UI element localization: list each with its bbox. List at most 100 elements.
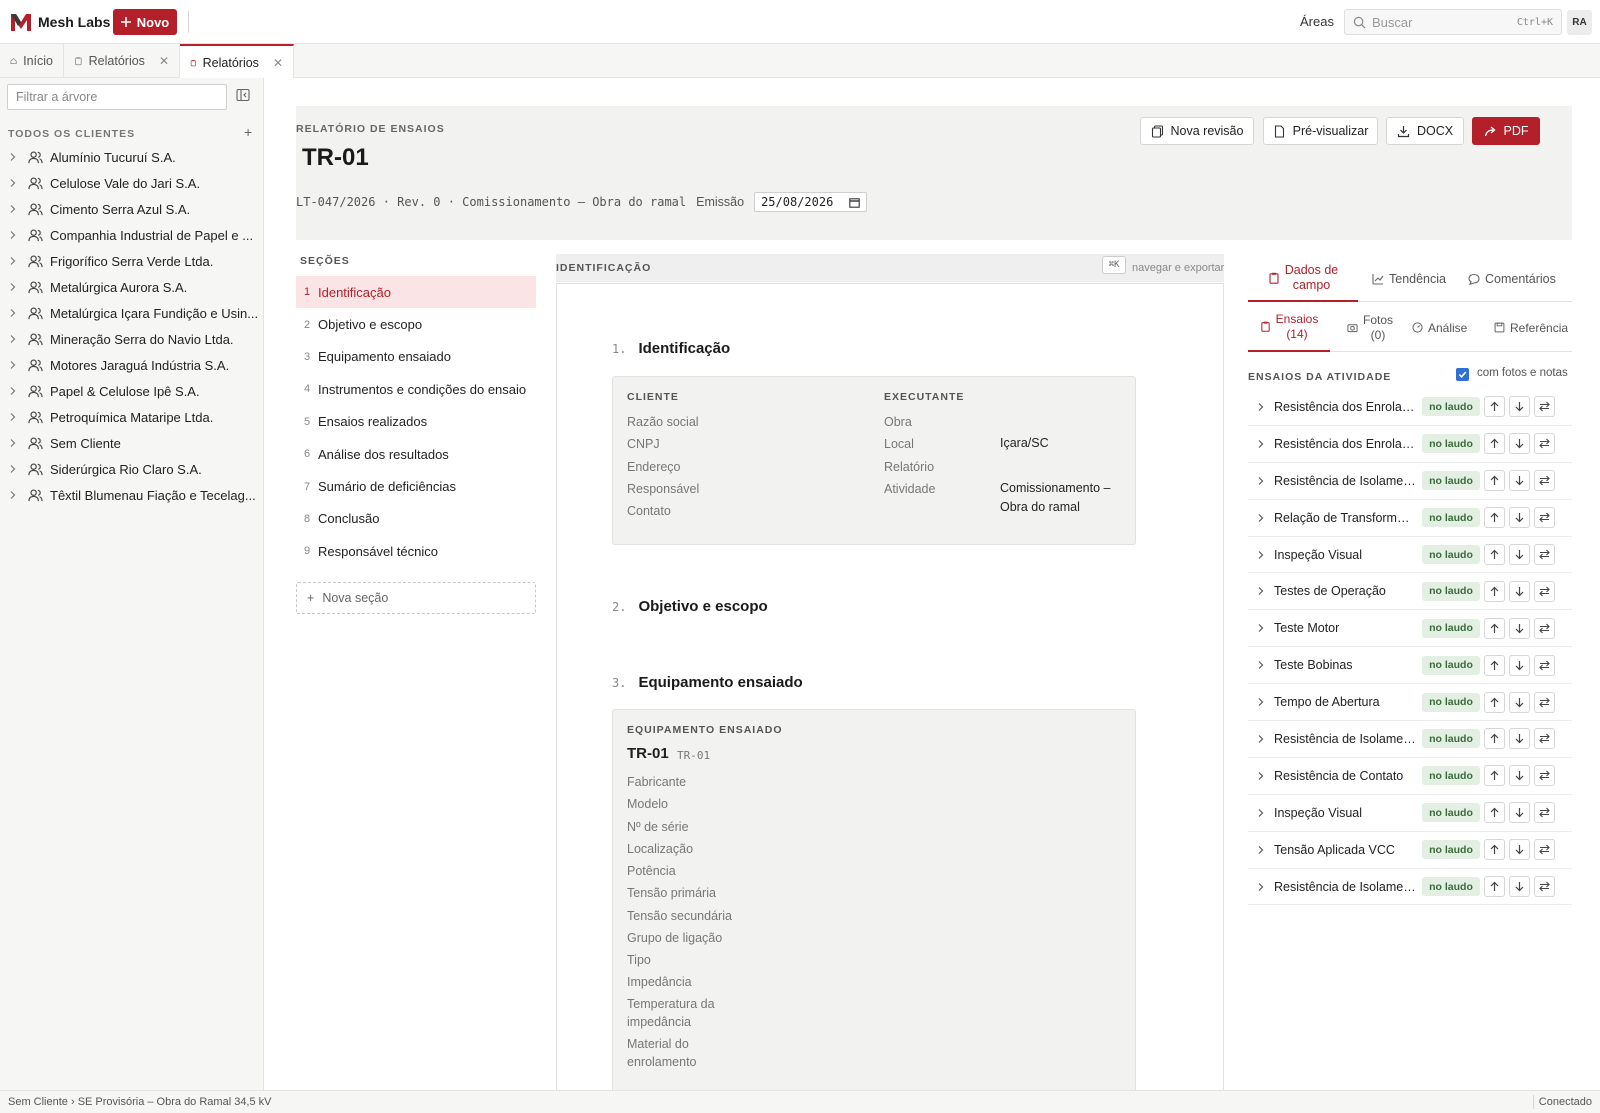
user-avatar[interactable]: RA bbox=[1567, 10, 1592, 35]
test-row[interactable]: Teste Motor no laudo bbox=[1248, 610, 1572, 648]
with-photos-checkbox[interactable] bbox=[1456, 368, 1469, 381]
collapse-sidebar-icon[interactable] bbox=[236, 88, 250, 102]
areas-link[interactable]: Áreas bbox=[1300, 14, 1334, 29]
section-nav-item[interactable]: 4 Instrumentos e condições do ensaio bbox=[296, 373, 536, 405]
docx-export-button[interactable]: DOCX bbox=[1386, 117, 1464, 145]
subtab-ensaios[interactable]: Ensaios (14) bbox=[1248, 303, 1330, 352]
subtab-analise[interactable]: Análise bbox=[1412, 303, 1482, 352]
breadcrumb[interactable]: Sem Cliente › SE Provisória – Obra do Ra… bbox=[8, 1096, 272, 1108]
client-tree-item[interactable]: Cimento Serra Azul S.A. bbox=[0, 196, 264, 222]
client-tree-item[interactable]: Siderúrgica Rio Claro S.A. bbox=[0, 456, 264, 482]
client-tree-item[interactable]: Mineração Serra do Navio Ltda. bbox=[0, 326, 264, 352]
pdf-export-button[interactable]: PDF bbox=[1472, 117, 1540, 145]
move-down-button[interactable] bbox=[1509, 876, 1530, 898]
test-row[interactable]: Tensão Aplicada VCC no laudo bbox=[1248, 832, 1572, 869]
tab-relatorios-active[interactable]: Relatórios ✕ bbox=[180, 44, 294, 79]
subtab-referencia[interactable]: Referência bbox=[1494, 303, 1572, 352]
swap-button[interactable] bbox=[1534, 617, 1555, 639]
move-up-button[interactable] bbox=[1484, 765, 1505, 787]
move-up-button[interactable] bbox=[1484, 396, 1505, 418]
swap-button[interactable] bbox=[1534, 544, 1555, 565]
move-up-button[interactable] bbox=[1484, 544, 1505, 565]
tree-filter-input[interactable]: Filtrar a árvore bbox=[7, 84, 227, 110]
subtab-fotos[interactable]: Fotos (0) bbox=[1340, 303, 1400, 352]
client-tree-item[interactable]: Metalúrgica Aurora S.A. bbox=[0, 274, 264, 300]
move-down-button[interactable] bbox=[1509, 470, 1530, 492]
move-up-button[interactable] bbox=[1484, 876, 1505, 898]
move-down-button[interactable] bbox=[1509, 580, 1530, 602]
swap-button[interactable] bbox=[1534, 507, 1555, 529]
move-down-button[interactable] bbox=[1509, 654, 1530, 676]
test-row[interactable]: Resistência de Contato no laudo bbox=[1248, 758, 1572, 795]
swap-button[interactable] bbox=[1534, 839, 1555, 861]
client-tree-item[interactable]: Papel & Celulose Ipê S.A. bbox=[0, 378, 264, 404]
move-up-button[interactable] bbox=[1484, 470, 1505, 492]
tab-comentarios[interactable]: Comentários bbox=[1468, 256, 1568, 302]
test-row[interactable]: Relação de Transformaç... no laudo bbox=[1248, 500, 1572, 537]
tab-dados-de-campo[interactable]: Dados de campo bbox=[1248, 256, 1358, 302]
move-down-button[interactable] bbox=[1509, 617, 1530, 639]
swap-button[interactable] bbox=[1534, 876, 1555, 898]
tab-tendencia[interactable]: Tendência bbox=[1372, 256, 1452, 302]
close-tab-icon[interactable]: ✕ bbox=[159, 54, 169, 68]
move-down-button[interactable] bbox=[1509, 765, 1530, 787]
add-client-button[interactable]: + bbox=[244, 124, 252, 140]
section-nav-item[interactable]: 2 Objetivo e escopo bbox=[296, 308, 536, 340]
swap-button[interactable] bbox=[1534, 728, 1555, 750]
move-up-button[interactable] bbox=[1484, 691, 1505, 713]
swap-button[interactable] bbox=[1534, 802, 1555, 824]
move-up-button[interactable] bbox=[1484, 839, 1505, 861]
swap-button[interactable] bbox=[1534, 396, 1555, 418]
move-down-button[interactable] bbox=[1509, 396, 1530, 418]
swap-button[interactable] bbox=[1534, 765, 1555, 787]
swap-button[interactable] bbox=[1534, 654, 1555, 676]
move-down-button[interactable] bbox=[1509, 507, 1530, 529]
move-down-button[interactable] bbox=[1509, 728, 1530, 750]
test-row[interactable]: Resistência dos Enrolam... no laudo bbox=[1248, 389, 1572, 426]
move-down-button[interactable] bbox=[1509, 839, 1530, 861]
move-up-button[interactable] bbox=[1484, 580, 1505, 602]
close-tab-icon[interactable]: ✕ bbox=[273, 56, 283, 70]
move-down-button[interactable] bbox=[1509, 433, 1530, 455]
client-tree-item[interactable]: Têxtil Blumenau Fiação e Tecelag... bbox=[0, 482, 264, 508]
section-nav-item[interactable]: 1 Identificação bbox=[296, 276, 536, 309]
new-section-button[interactable]: + Nova seção bbox=[296, 582, 536, 614]
section-nav-item[interactable]: 9 Responsável técnico bbox=[296, 535, 536, 567]
test-row[interactable]: Resistência dos Enrolam... no laudo bbox=[1248, 426, 1572, 463]
test-row[interactable]: Tempo de Abertura no laudo bbox=[1248, 684, 1572, 722]
new-button[interactable]: Novo bbox=[113, 9, 177, 35]
test-row[interactable]: Teste Bobinas no laudo bbox=[1248, 647, 1572, 685]
preview-button[interactable]: Pré-visualizar bbox=[1263, 117, 1378, 145]
app-logo[interactable]: Mesh Labs bbox=[10, 11, 110, 33]
move-up-button[interactable] bbox=[1484, 433, 1505, 455]
swap-button[interactable] bbox=[1534, 433, 1555, 455]
section-nav-item[interactable]: 8 Conclusão bbox=[296, 503, 536, 535]
section-nav-item[interactable]: 5 Ensaios realizados bbox=[296, 406, 536, 438]
client-tree-item[interactable]: Frigorífico Serra Verde Ltda. bbox=[0, 248, 264, 274]
client-tree-item[interactable]: Celulose Vale do Jari S.A. bbox=[0, 170, 264, 196]
move-up-button[interactable] bbox=[1484, 617, 1505, 639]
client-tree-item[interactable]: Motores Jaraguá Indústria S.A. bbox=[0, 352, 264, 378]
move-up-button[interactable] bbox=[1484, 654, 1505, 676]
section-nav-item[interactable]: 7 Sumário de deficiências bbox=[296, 470, 536, 502]
move-up-button[interactable] bbox=[1484, 728, 1505, 750]
move-up-button[interactable] bbox=[1484, 802, 1505, 824]
client-tree-item[interactable]: Companhia Industrial de Papel e ... bbox=[0, 222, 264, 248]
move-up-button[interactable] bbox=[1484, 507, 1505, 529]
test-row[interactable]: Inspeção Visual no laudo bbox=[1248, 537, 1572, 574]
client-tree-item[interactable]: Alumínio Tucuruí S.A. bbox=[0, 144, 264, 170]
client-tree-item[interactable]: Metalúrgica Içara Fundição e Usin... bbox=[0, 300, 264, 326]
test-row[interactable]: Resistência de Isolamen... no laudo bbox=[1248, 721, 1572, 758]
new-revision-button[interactable]: Nova revisão bbox=[1140, 117, 1254, 145]
search-input[interactable]: Buscar Ctrl+K bbox=[1344, 9, 1562, 35]
tab-relatorios[interactable]: Relatórios ✕ bbox=[64, 44, 180, 78]
test-row[interactable]: Inspeção Visual no laudo bbox=[1248, 795, 1572, 832]
swap-button[interactable] bbox=[1534, 691, 1555, 713]
move-down-button[interactable] bbox=[1509, 691, 1530, 713]
client-tree-item[interactable]: Petroquímica Mataripe Ltda. bbox=[0, 404, 264, 430]
swap-button[interactable] bbox=[1534, 580, 1555, 602]
section-nav-item[interactable]: 6 Análise dos resultados bbox=[296, 438, 536, 470]
test-row[interactable]: Resistência de Isolamen... no laudo bbox=[1248, 869, 1572, 906]
test-row[interactable]: Resistência de Isolamen... no laudo bbox=[1248, 463, 1572, 500]
move-down-button[interactable] bbox=[1509, 544, 1530, 565]
